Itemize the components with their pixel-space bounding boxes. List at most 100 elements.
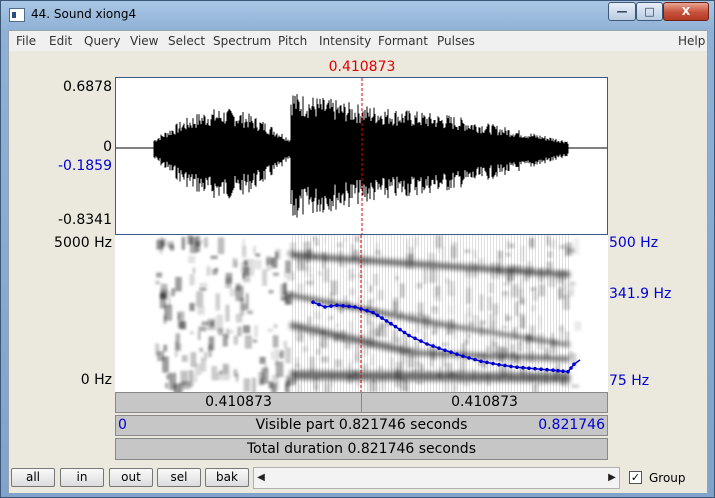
pitch-point bbox=[323, 305, 327, 309]
time-left-cell[interactable]: 0.410873 bbox=[116, 393, 361, 412]
pitch-point bbox=[384, 319, 389, 323]
pitch-point bbox=[449, 350, 453, 354]
pitch-point bbox=[461, 354, 465, 358]
group-checkbox[interactable]: ✓ bbox=[629, 471, 642, 484]
maximize-button[interactable]: □ bbox=[636, 2, 663, 21]
pitch-point bbox=[389, 321, 393, 326]
pitch-point bbox=[515, 365, 519, 369]
menu-formant[interactable]: Formant bbox=[378, 34, 428, 48]
pitch-point bbox=[341, 304, 345, 308]
pitch-point bbox=[572, 362, 576, 367]
zoom-selection-button[interactable]: sel bbox=[157, 468, 201, 487]
total-duration-label: Total duration 0.821746 seconds bbox=[247, 441, 476, 457]
pitch-point bbox=[371, 310, 375, 315]
pitch-point bbox=[533, 366, 537, 371]
sound-editor: File Edit Query View Select Spectrum Pit… bbox=[8, 30, 708, 493]
pitch-point bbox=[437, 346, 441, 350]
waveform-panel[interactable] bbox=[115, 77, 608, 235]
pitch-point bbox=[539, 367, 543, 371]
window-title: 44. Sound xiong4 bbox=[31, 7, 137, 21]
pitch-point bbox=[365, 308, 369, 313]
pitch-point bbox=[353, 305, 357, 309]
pitch-point bbox=[521, 365, 525, 370]
horizontal-scrollbar[interactable]: ◀ ▶ bbox=[253, 467, 620, 489]
bottom-toolbar: all in out sel bak ◀ ▶ ✓ Group bbox=[9, 463, 707, 493]
group-label: Group bbox=[649, 471, 686, 485]
menu-spectrum[interactable]: Spectrum bbox=[213, 34, 271, 48]
pitch-point bbox=[509, 364, 513, 369]
pitch-point bbox=[413, 336, 417, 341]
pitch-point bbox=[431, 344, 435, 348]
minimize-button[interactable]: — bbox=[608, 2, 636, 21]
menu-pitch[interactable]: Pitch bbox=[278, 34, 307, 48]
pitch-point bbox=[485, 360, 489, 365]
zoom-all-button[interactable]: all bbox=[11, 468, 55, 487]
pitch-point bbox=[380, 316, 384, 320]
total-duration-bar[interactable]: Total duration 0.821746 seconds bbox=[115, 438, 608, 460]
visible-part-bar[interactable]: 0 Visible part 0.821746 seconds 0.821746 bbox=[115, 415, 608, 436]
cursor-time-label: 0.410873 bbox=[328, 59, 396, 75]
pitch-point bbox=[467, 356, 471, 360]
menu-help[interactable]: Help bbox=[678, 34, 705, 48]
spectrogram-panel[interactable] bbox=[115, 235, 608, 392]
amplitude-min-label: -0.8341 bbox=[57, 212, 112, 228]
pitch-point bbox=[503, 363, 507, 368]
pitch-axis: 500 Hz 341.9 Hz 75 Hz bbox=[609, 235, 707, 395]
pitch-top-label: 500 Hz bbox=[609, 235, 659, 251]
waveform-signal bbox=[153, 94, 569, 218]
pitch-point bbox=[347, 304, 351, 309]
title-bar[interactable]: 44. Sound xiong4 — □ X bbox=[1, 1, 715, 29]
pitch-point bbox=[419, 339, 423, 343]
close-button[interactable]: X bbox=[663, 2, 709, 21]
zoom-out-button[interactable]: out bbox=[109, 468, 153, 487]
freq-top-label: 5000 Hz bbox=[54, 235, 112, 251]
pitch-point bbox=[569, 366, 573, 370]
app-icon bbox=[9, 8, 25, 22]
pitch-point bbox=[359, 307, 363, 311]
menu-intensity[interactable]: Intensity bbox=[319, 34, 371, 48]
pitch-point bbox=[527, 366, 531, 370]
spectrogram-plot bbox=[155, 235, 582, 392]
window: 44. Sound xiong4 — □ X File Edit Query V… bbox=[0, 0, 715, 498]
pitch-point bbox=[556, 368, 560, 373]
pitch-point bbox=[402, 330, 407, 335]
waveform-plot bbox=[116, 78, 607, 234]
pitch-point bbox=[398, 327, 402, 332]
pitch-point bbox=[455, 352, 459, 356]
pitch-point bbox=[335, 303, 339, 307]
pitch-point bbox=[551, 368, 555, 372]
pitch-point bbox=[561, 369, 565, 373]
pitch-point bbox=[545, 367, 549, 372]
pitch-point bbox=[497, 362, 501, 367]
pitch-point bbox=[375, 313, 380, 318]
zoom-back-button[interactable]: bak bbox=[205, 468, 249, 487]
menu-bar: File Edit Query View Select Spectrum Pit… bbox=[9, 31, 707, 51]
amplitude-axis: 0.6878 0 -0.1859 -0.8341 5000 Hz 0 Hz bbox=[9, 31, 112, 393]
pitch-point bbox=[425, 342, 429, 346]
pitch-point bbox=[407, 333, 411, 338]
scroll-left-arrow-icon[interactable]: ◀ bbox=[254, 468, 268, 488]
freq-bottom-label: 0 Hz bbox=[80, 372, 112, 388]
pitch-point bbox=[473, 357, 477, 362]
menu-pulses[interactable]: Pulses bbox=[437, 34, 475, 48]
pitch-point bbox=[393, 324, 398, 329]
amplitude-zero-label: 0 bbox=[103, 139, 112, 155]
amplitude-cursor-label: -0.1859 bbox=[57, 158, 112, 174]
menu-select[interactable]: Select bbox=[168, 34, 205, 48]
selection-time-bar[interactable]: 0.410873 0.410873 bbox=[115, 392, 608, 413]
visible-part-label: Visible part 0.821746 seconds bbox=[255, 417, 468, 433]
pitch-point bbox=[311, 300, 315, 304]
pitch-point bbox=[329, 304, 333, 308]
zoom-in-button[interactable]: in bbox=[60, 468, 104, 487]
pitch-mid-label: 341.9 Hz bbox=[609, 286, 672, 302]
pitch-bottom-label: 75 Hz bbox=[609, 373, 650, 389]
pitch-point bbox=[443, 348, 447, 353]
pitch-point bbox=[566, 369, 570, 374]
pitch-point bbox=[479, 359, 483, 364]
visible-end-label: 0.821746 bbox=[538, 417, 605, 433]
scroll-right-arrow-icon[interactable]: ▶ bbox=[605, 468, 619, 488]
pitch-point bbox=[317, 302, 321, 307]
time-right-cell[interactable]: 0.410873 bbox=[362, 393, 607, 412]
pitch-point bbox=[491, 361, 495, 366]
menu-view[interactable]: View bbox=[130, 34, 158, 48]
